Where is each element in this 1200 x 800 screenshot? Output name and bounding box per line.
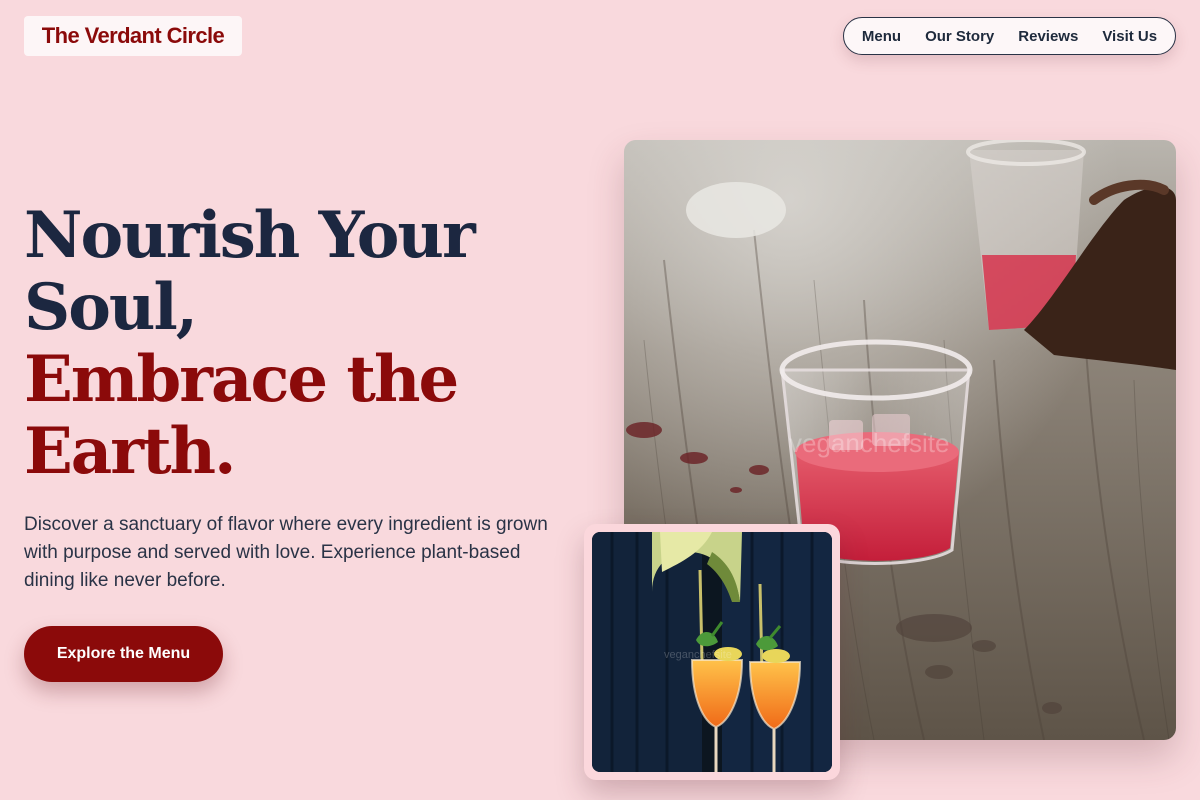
hero-description: Discover a sanctuary of flavor where eve… (24, 514, 548, 591)
headline-line-2: Soul, (24, 270, 198, 345)
explore-menu-button[interactable]: Explore the Menu (24, 626, 223, 682)
headline-line-4: Earth. (24, 414, 236, 489)
headline-line-1: Nourish Your (24, 198, 476, 273)
nav-item-our-story[interactable]: Our Story (925, 28, 994, 45)
main-photo-watermark: veganchefsite (789, 428, 949, 458)
main-nav: Menu Our Story Reviews Visit Us (843, 17, 1176, 55)
cocktails-photo-card: veganchefsite (584, 524, 840, 780)
nav-item-visit-us[interactable]: Visit Us (1102, 28, 1157, 45)
cocktail-photo-watermark: veganchefsite (664, 649, 732, 661)
cocktails-photo: veganchefsite (592, 532, 832, 772)
nav-item-reviews[interactable]: Reviews (1018, 28, 1078, 45)
headline-line-3: Embrace the (24, 342, 459, 417)
brand-logo[interactable]: The Verdant Circle (24, 16, 242, 56)
hero-headline: Nourish Your Soul, Embrace the Earth. (24, 200, 584, 488)
nav-item-menu[interactable]: Menu (862, 28, 901, 45)
